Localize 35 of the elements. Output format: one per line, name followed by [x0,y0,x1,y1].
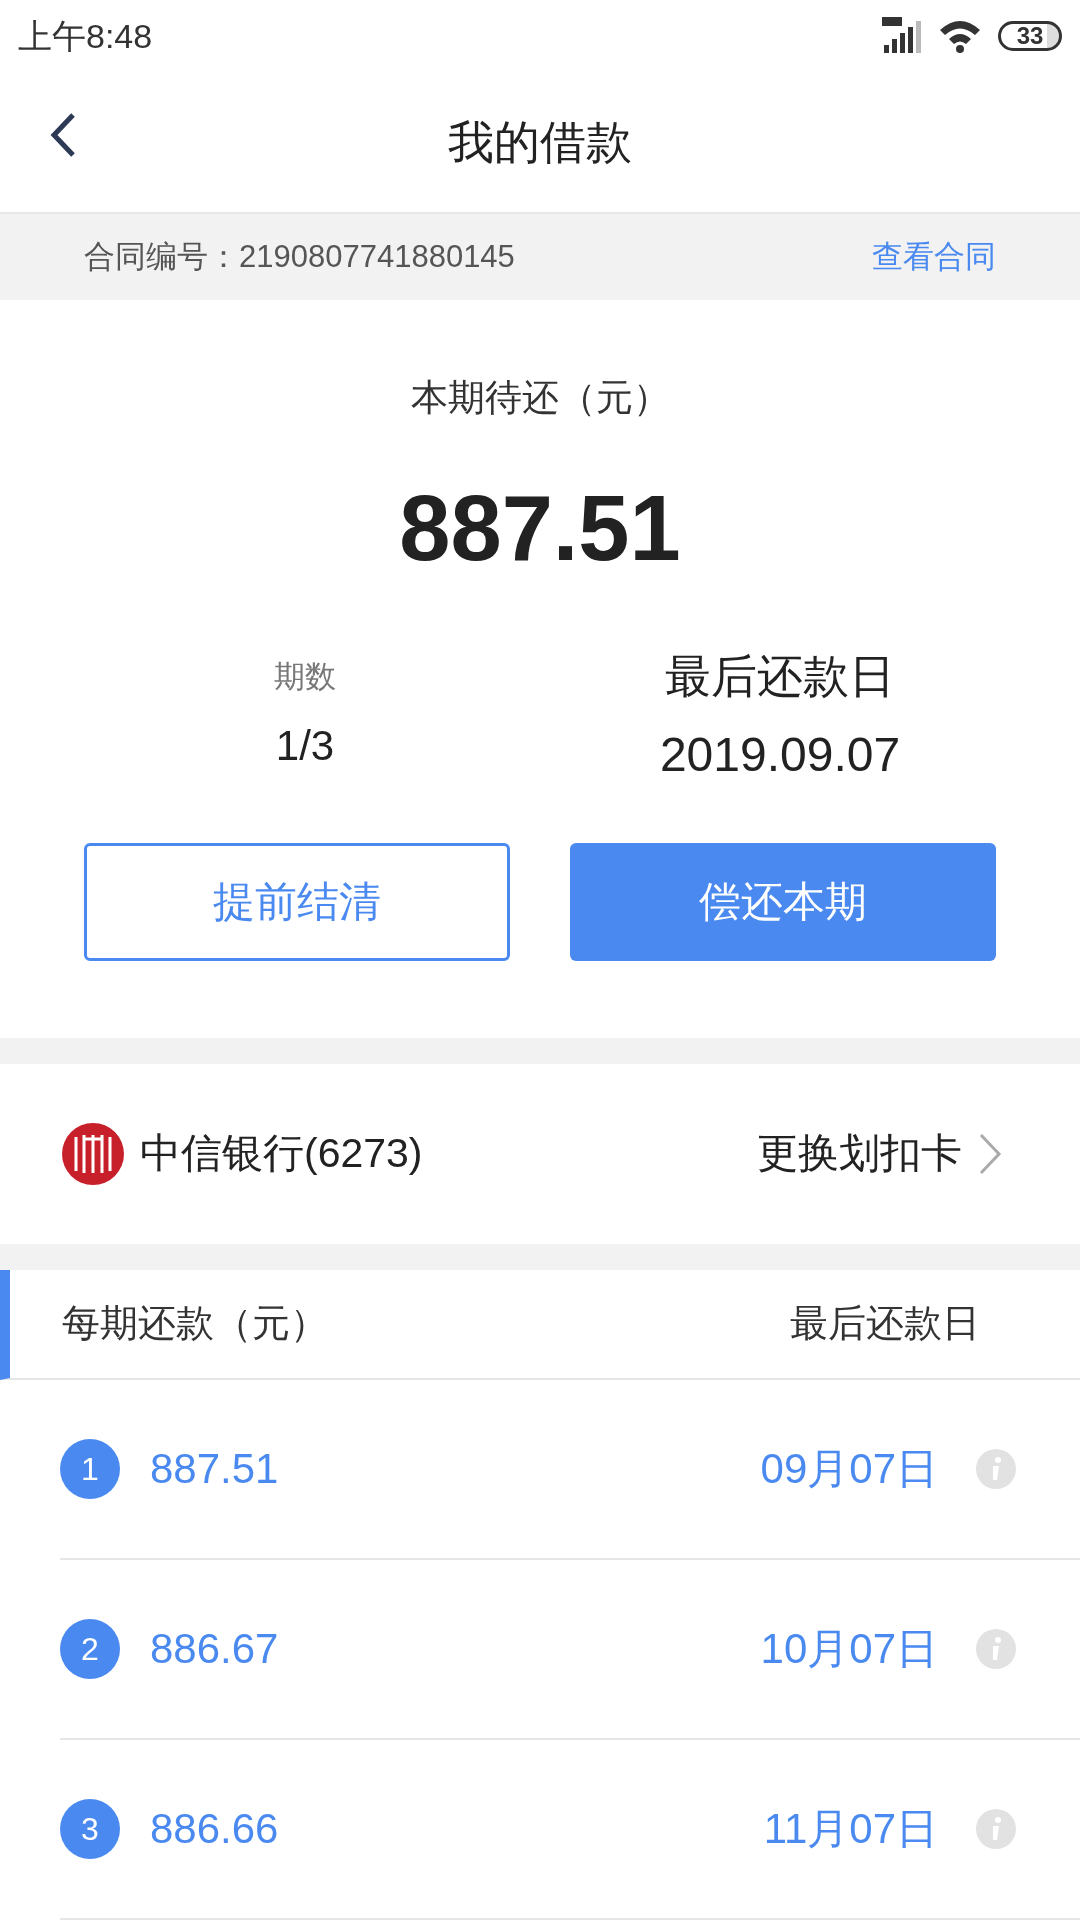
column-header: 最后还款日 [790,1301,980,1346]
repay-button[interactable]: 偿还本期 [570,842,996,961]
due-date-label: 最后还款日 [665,648,895,704]
bank-logo-icon [62,1122,124,1185]
contract-number: 合同编号：2190807741880145 [84,237,515,276]
installment-amount: 886.67 [150,1624,280,1674]
bank-name: 中信银行(6273) [140,1128,423,1178]
installment-date: 10月07日 [760,1624,938,1674]
chevron-right-icon [978,1131,1002,1176]
due-amount: 887.51 [399,481,681,574]
battery-icon: 33 [998,21,1062,51]
column-header: 每期还款（元） [62,1301,328,1346]
info-icon[interactable] [976,1628,1016,1669]
info-icon[interactable] [976,1448,1016,1489]
view-contract-link[interactable]: 查看合同 [872,233,996,281]
status-time: 上午8:48 [18,15,153,57]
installment-number: 1 [60,1438,120,1499]
signal-icon [882,17,922,55]
installment-date: 09月07日 [760,1444,938,1494]
installment-amount: 886.66 [150,1804,280,1854]
period-value: 1/3 [275,721,335,771]
change-card-link[interactable]: 更换划扣卡 [757,1122,1002,1185]
settle-button[interactable]: 提前结清 [84,842,510,961]
due-date: 2019.09.07 [659,726,901,783]
page-title: 我的借款 [448,114,632,170]
info-icon[interactable] [976,1808,1016,1849]
wifi-icon [938,18,982,54]
due-label: 本期待还（元） [410,376,670,420]
installment-number: 3 [60,1798,120,1859]
installment-amount: 887.51 [150,1444,280,1494]
back-icon [50,112,76,158]
installment-date: 11月07日 [763,1804,938,1854]
installment-number: 2 [60,1618,120,1679]
back-button[interactable] [50,112,76,158]
period-label: 期数 [274,657,336,696]
